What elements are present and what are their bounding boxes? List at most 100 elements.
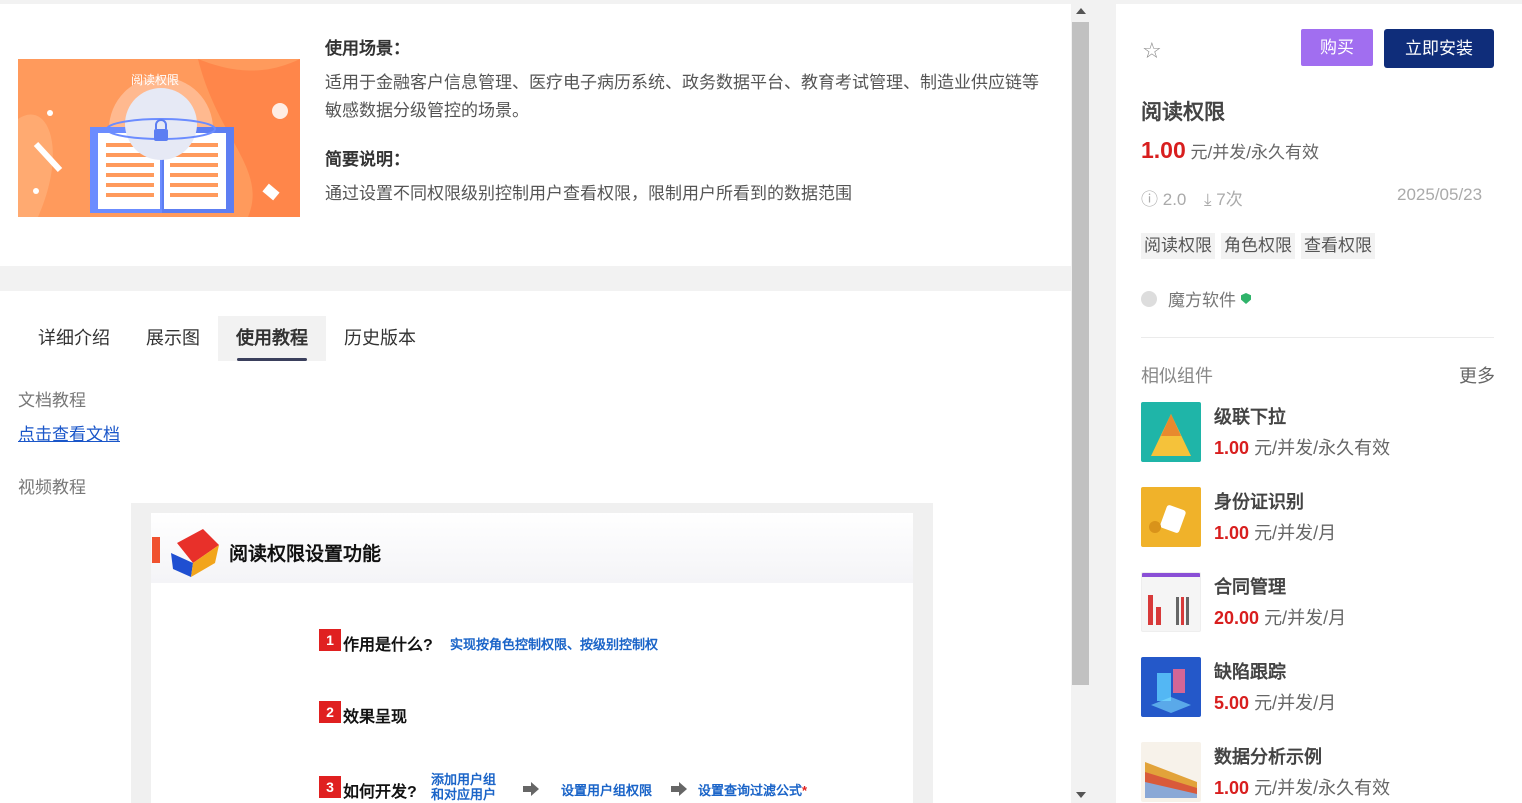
similar-item-name: 缺陷跟踪 [1214, 662, 1286, 682]
more-link[interactable]: 更多 [1459, 362, 1495, 388]
tag-list: 阅读权限 角色权限 查看权限 [1141, 233, 1375, 259]
detail-tabs: 详细介绍 展示图 使用教程 历史版本 [20, 316, 434, 361]
step-question: 作用是什么? [343, 637, 433, 654]
tab-history[interactable]: 历史版本 [326, 316, 434, 361]
download-count: 7次 [1216, 190, 1243, 209]
version-value: 2.0 [1162, 190, 1187, 209]
similar-item-price-unit: 元/并发/月 [1254, 693, 1337, 713]
similar-item[interactable]: 缺陷跟踪 5.00 元/并发/月 [1141, 657, 1501, 719]
product-cover-image: 阅读权限 [18, 59, 300, 217]
vendor[interactable]: 魔方软件 [1141, 286, 1251, 311]
favorite-star-icon[interactable]: ☆ [1142, 38, 1162, 64]
download-info: ⤓ 7次 [1204, 185, 1243, 210]
vendor-name: 魔方软件 [1168, 291, 1236, 310]
bug-tracking-icon [1151, 669, 1191, 713]
similar-item-thumbnail [1141, 742, 1201, 802]
area-chart-icon [1145, 762, 1197, 798]
similar-item-name: 合同管理 [1214, 577, 1286, 597]
summary-heading: 简要说明： [325, 150, 410, 169]
step-number: 3 [319, 776, 341, 798]
video-slide: 阅读权限设置功能 1 作用是什么? 实现按角色控制权限、按级别控制权 2 效果呈… [151, 513, 913, 803]
step-flow-3: 设置查询过滤公式* [698, 780, 807, 799]
similar-item[interactable]: 级联下拉 1.00 元/并发/永久有效 [1141, 402, 1501, 464]
similar-item-thumbnail [1141, 572, 1201, 632]
tutorial-video[interactable]: 阅读权限设置功能 1 作用是什么? 实现按角色控制权限、按级别控制权 2 效果呈… [131, 503, 933, 803]
required-asterisk: * [802, 783, 808, 798]
similar-item-price-value: 1.00 [1214, 438, 1250, 458]
pyramid-chart-icon [1151, 414, 1191, 456]
similar-item-name: 数据分析示例 [1214, 747, 1322, 767]
doc-tutorial-label: 文档教程 [18, 391, 86, 410]
similar-item-price-value: 20.00 [1214, 608, 1260, 628]
similar-item[interactable]: 合同管理 20.00 元/并发/月 [1141, 572, 1501, 634]
scenario-heading: 使用场景： [325, 39, 410, 58]
tab-screenshots[interactable]: 展示图 [128, 316, 218, 361]
similar-item-name: 身份证识别 [1214, 492, 1304, 512]
tag[interactable]: 阅读权限 [1141, 233, 1215, 259]
similar-item-price-unit: 元/并发/月 [1254, 523, 1337, 543]
step-flow-1-line1: 添加用户组 [431, 772, 497, 787]
id-card-icon [1149, 505, 1186, 533]
step-answer: 实现按角色控制权限、按级别控制权 [450, 637, 659, 652]
product-name: 阅读权限 [1141, 101, 1225, 124]
scrollbar-thumb[interactable] [1072, 22, 1089, 685]
view-document-link[interactable]: 点击查看文档 [18, 420, 120, 445]
install-button[interactable]: 立即安装 [1384, 29, 1494, 68]
product-description: 使用场景： 适用于金融客户信息管理、医疗电子病历系统、政务数据平台、教育考试管理… [325, 34, 1055, 228]
main-content: 阅读权限 使用场景： 适用于金融客户信息管理、医疗电子病历系统、政务数据平台、教… [0, 0, 1071, 803]
arrow-right-icon [671, 782, 687, 796]
avatar [1141, 290, 1157, 307]
similar-item-price-unit: 元/并发/永久有效 [1254, 438, 1391, 458]
step-number: 1 [319, 629, 341, 651]
tab-tutorial[interactable]: 使用教程 [218, 316, 326, 361]
similar-item[interactable]: 数据分析示例 1.00 元/并发/永久有效 [1141, 742, 1501, 803]
info-icon: ⓘ [1141, 190, 1158, 209]
similar-item-price-value: 1.00 [1214, 523, 1250, 543]
product-summary-card: 阅读权限 使用场景： 适用于金融客户信息管理、医疗电子病历系统、政务数据平台、教… [0, 4, 1071, 266]
summary-text: 通过设置不同权限级别控制用户查看权限，限制用户所看到的数据范围 [325, 184, 852, 203]
cube-logo-icon [171, 529, 219, 577]
scroll-up-icon[interactable] [1076, 8, 1086, 14]
scenario-text: 适用于金融客户信息管理、医疗电子病历系统、政务数据平台、教育考试管理、制造业供应… [325, 73, 1039, 120]
product-price-line: 1.00 元/并发/永久有效 [1141, 137, 1319, 164]
product-sidebar: ☆ 购买 立即安装 阅读权限 1.00 元/并发/永久有效 ⓘ 2.0 ⤓ 7次… [1116, 4, 1522, 803]
similar-item-name: 级联下拉 [1214, 407, 1286, 427]
step-flow-1-line2: 和对应用户 [431, 787, 497, 802]
step-flow-2: 设置用户组权限 [561, 783, 653, 798]
similar-item-price-value: 1.00 [1214, 778, 1250, 798]
slide-title: 阅读权限设置功能 [229, 544, 382, 565]
similar-item-thumbnail [1141, 402, 1201, 462]
tag[interactable]: 查看权限 [1301, 233, 1375, 259]
video-tutorial-label: 视频教程 [18, 478, 86, 497]
similar-item-price: 1.00 元/并发/永久有效 [1214, 774, 1390, 800]
verified-shield-icon [1241, 293, 1251, 304]
step-flow-1: 添加用户组 和对应用户 [431, 772, 496, 802]
similar-item-price-unit: 元/并发/月 [1264, 608, 1347, 628]
buy-button[interactable]: 购买 [1301, 29, 1373, 66]
download-icon: ⤓ [1204, 190, 1212, 209]
similar-item-thumbnail [1141, 657, 1201, 717]
scroll-down-icon[interactable] [1076, 792, 1086, 798]
publish-date: 2025/05/23 [1397, 185, 1483, 204]
step-question: 效果呈现 [343, 709, 408, 726]
similar-item-thumbnail [1141, 487, 1201, 547]
step-flow-3-text: 设置查询过滤公式 [698, 783, 803, 798]
similar-components-label: 相似组件 [1141, 366, 1213, 386]
detail-card: 详细介绍 展示图 使用教程 历史版本 文档教程 点击查看文档 视频教程 阅读权限… [0, 291, 1071, 803]
step-number: 2 [319, 701, 341, 723]
similar-item[interactable]: 身份证识别 1.00 元/并发/月 [1141, 487, 1501, 549]
main-scrollbar[interactable] [1071, 0, 1090, 803]
similar-item-price: 1.00 元/并发/永久有效 [1214, 434, 1390, 460]
product-price: 1.00 [1141, 137, 1186, 163]
similar-item-price: 5.00 元/并发/月 [1214, 689, 1336, 715]
similar-item-price-unit: 元/并发/永久有效 [1254, 778, 1391, 798]
similar-item-price: 20.00 元/并发/月 [1214, 604, 1346, 630]
tag[interactable]: 角色权限 [1221, 233, 1295, 259]
divider [1141, 337, 1494, 338]
slide-accent-bar [152, 537, 160, 563]
tab-details[interactable]: 详细介绍 [20, 316, 128, 361]
similar-item-price-value: 5.00 [1214, 693, 1250, 713]
step-question: 如何开发? [343, 784, 417, 801]
arrow-right-icon [523, 782, 539, 796]
version-info: ⓘ 2.0 [1141, 185, 1186, 210]
